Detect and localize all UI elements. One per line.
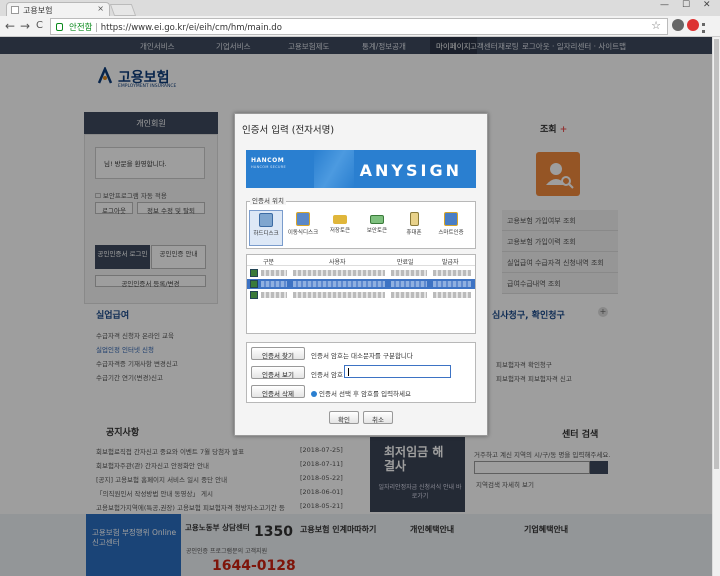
page-favicon-icon: [11, 6, 19, 14]
phone-icon: [409, 212, 419, 226]
tab-close-icon[interactable]: ×: [97, 4, 104, 13]
security-token-icon: [370, 215, 384, 224]
redacted-cell: [261, 281, 287, 287]
lock-icon: [56, 23, 63, 31]
certificate-row-selected[interactable]: [247, 279, 475, 289]
dialog-title: 인증서 입력 (전자서명): [242, 125, 335, 136]
redacted-cell: [391, 292, 427, 298]
browser-tab-strip: 고용보험 × — ☐ ✕: [0, 0, 720, 16]
column-header: 구분: [263, 259, 275, 266]
harddisk-icon: [259, 213, 273, 227]
adblock-icon[interactable]: [687, 19, 699, 31]
page-scrollbar[interactable]: [712, 37, 720, 576]
find-cert-hint: 인증서 암호는 대소문자를 구분합니다: [311, 352, 413, 360]
smart-auth-icon: [444, 212, 458, 226]
reload-icon[interactable]: C: [36, 18, 43, 34]
banner-wave: [314, 150, 354, 188]
device-security-token[interactable]: 보안토큰: [360, 210, 394, 246]
redacted-cell: [293, 270, 385, 276]
info-icon: [311, 391, 317, 397]
certificate-dialog: 인증서 입력 (전자서명) HANCOM HANCOM SECURE ANYSI…: [234, 113, 488, 436]
device-harddisk[interactable]: 하드디스크: [249, 210, 283, 246]
device-removable[interactable]: 이동식디스크: [286, 210, 320, 246]
delete-cert-button[interactable]: 인증서 삭제: [251, 385, 305, 398]
redacted-cell: [433, 270, 471, 276]
redacted-cell: [261, 292, 287, 298]
storage-token-icon: [333, 215, 347, 224]
certificate-row[interactable]: [247, 290, 475, 300]
device-phone[interactable]: 휴대폰: [397, 210, 431, 246]
browser-tab[interactable]: 고용보험 ×: [6, 2, 110, 16]
address-toolbar: ← → C 안전함 | https://www.ei.go.kr/ei/eih/…: [0, 16, 720, 37]
bookmark-star-icon[interactable]: ☆: [651, 19, 661, 32]
certificate-icon: [250, 291, 258, 299]
minimize-icon[interactable]: —: [660, 0, 669, 10]
back-icon[interactable]: ←: [5, 18, 15, 34]
view-cert-button[interactable]: 인증서 보기: [251, 366, 305, 379]
cancel-button[interactable]: 취소: [363, 411, 393, 424]
password-label: 인증서 암호: [311, 371, 343, 379]
cert-location-group: 하드디스크 이동식디스크 저장토큰 보안토큰 휴대폰 스마트인증: [246, 201, 476, 249]
new-tab-button[interactable]: [109, 4, 137, 16]
find-cert-button[interactable]: 인증서 찾기: [251, 347, 305, 360]
device-storage-token[interactable]: 저장토큰: [323, 210, 357, 246]
text-caret: [348, 368, 349, 376]
vendor-logo: HANCOM: [251, 157, 285, 164]
redacted-cell: [293, 292, 385, 298]
removable-disk-icon: [296, 212, 310, 226]
forward-icon[interactable]: →: [20, 18, 30, 34]
redacted-cell: [433, 281, 471, 287]
cert-location-label: 인증서 위치: [250, 195, 286, 205]
close-window-icon[interactable]: ✕: [703, 0, 711, 10]
certificate-icon: [250, 280, 258, 288]
redacted-cell: [261, 270, 287, 276]
url-text: https://www.ei.go.kr/ei/eih/cm/hm/main.d…: [100, 23, 282, 33]
redacted-cell: [391, 270, 427, 276]
password-hint: 인증서 선택 후 암호를 입력하세요: [311, 388, 411, 398]
maximize-icon[interactable]: ☐: [682, 0, 690, 10]
column-header: 발급자: [442, 259, 459, 266]
product-name: ANYSIGN: [359, 161, 462, 180]
ok-button[interactable]: 확인: [329, 411, 359, 424]
anysign-banner: HANCOM HANCOM SECURE ANYSIGN: [246, 150, 476, 188]
certificate-actions: 인증서 찾기 인증서 암호는 대소문자를 구분합니다 인증서 보기 인증서 암호…: [246, 342, 476, 403]
secure-label: 안전함: [69, 23, 93, 33]
device-smart-auth[interactable]: 스마트인증: [434, 210, 468, 246]
certificate-row[interactable]: [247, 268, 475, 278]
menu-icon[interactable]: [702, 23, 705, 33]
tab-title: 고용보험: [23, 6, 53, 15]
table-header: 구분 사용자 만료일 발급자: [247, 255, 475, 266]
vendor-subtext: HANCOM SECURE: [251, 165, 286, 169]
certificate-icon: [250, 269, 258, 277]
column-header: 만료일: [397, 259, 414, 266]
cert-password-input[interactable]: [344, 365, 451, 378]
redacted-cell: [391, 281, 427, 287]
url-bar[interactable]: 안전함 | https://www.ei.go.kr/ei/eih/cm/hm/…: [50, 18, 668, 35]
certificate-table[interactable]: 구분 사용자 만료일 발급자: [246, 254, 476, 334]
redacted-cell: [433, 292, 471, 298]
redacted-cell: [293, 281, 385, 287]
extension-icon[interactable]: [672, 19, 684, 31]
scrollbar-thumb[interactable]: [714, 39, 719, 469]
column-header: 사용자: [329, 259, 346, 266]
